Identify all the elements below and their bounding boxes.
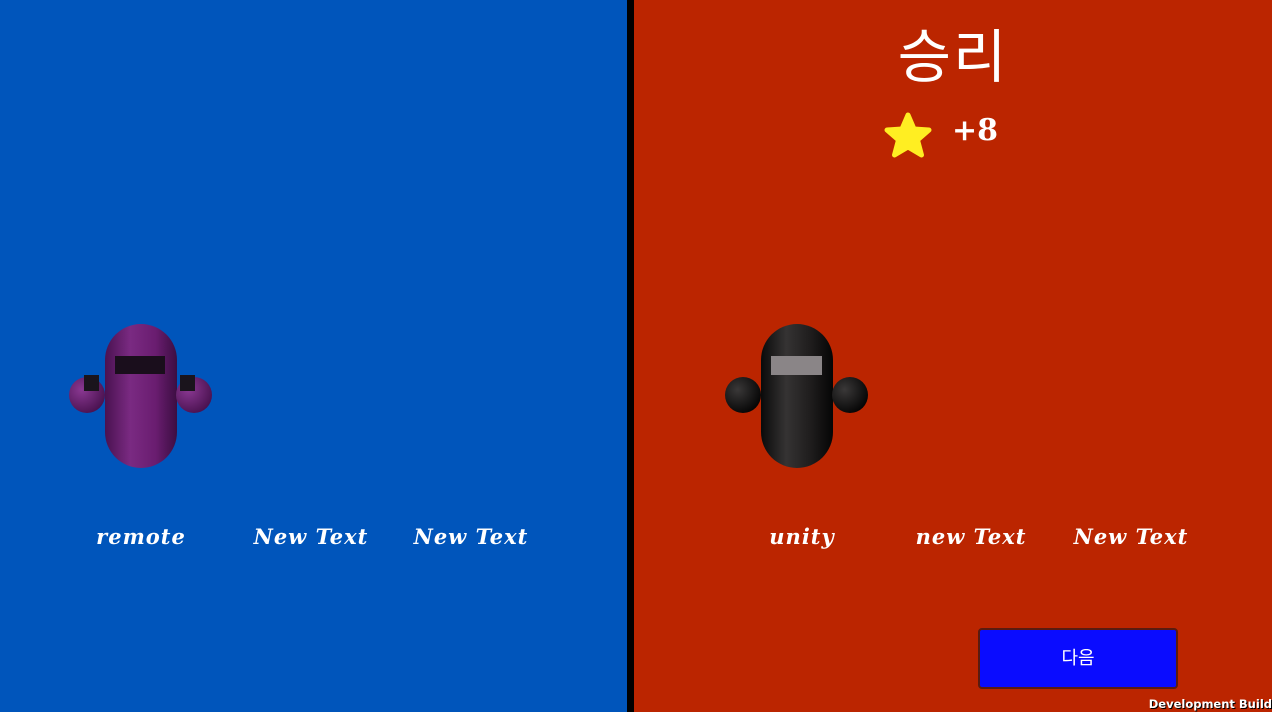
right-team-panel: 승리 +8 unity new Text New Text 다음 <box>634 0 1272 712</box>
black-player-character <box>725 324 868 468</box>
next-button[interactable]: 다음 <box>978 628 1178 689</box>
star-icon <box>884 112 932 158</box>
player-name-label: New Text <box>413 524 529 549</box>
victory-title: 승리 <box>897 23 1009 91</box>
player-name-label: new Text <box>915 524 1027 549</box>
player-name-label: remote <box>96 524 186 549</box>
reward-display: +8 <box>884 112 1024 160</box>
player-name-label: New Text <box>1073 524 1189 549</box>
left-team-panel: remote New Text New Text <box>0 0 627 712</box>
purple-player-character <box>69 324 212 468</box>
player-name-label: unity <box>769 524 835 549</box>
development-build-watermark: Development Build <box>1148 697 1272 711</box>
reward-value: +8 <box>952 113 999 148</box>
player-name-label: New Text <box>253 524 369 549</box>
panel-divider <box>627 0 634 712</box>
result-screen: remote New Text New Text 승리 +8 unity new… <box>0 0 1272 712</box>
